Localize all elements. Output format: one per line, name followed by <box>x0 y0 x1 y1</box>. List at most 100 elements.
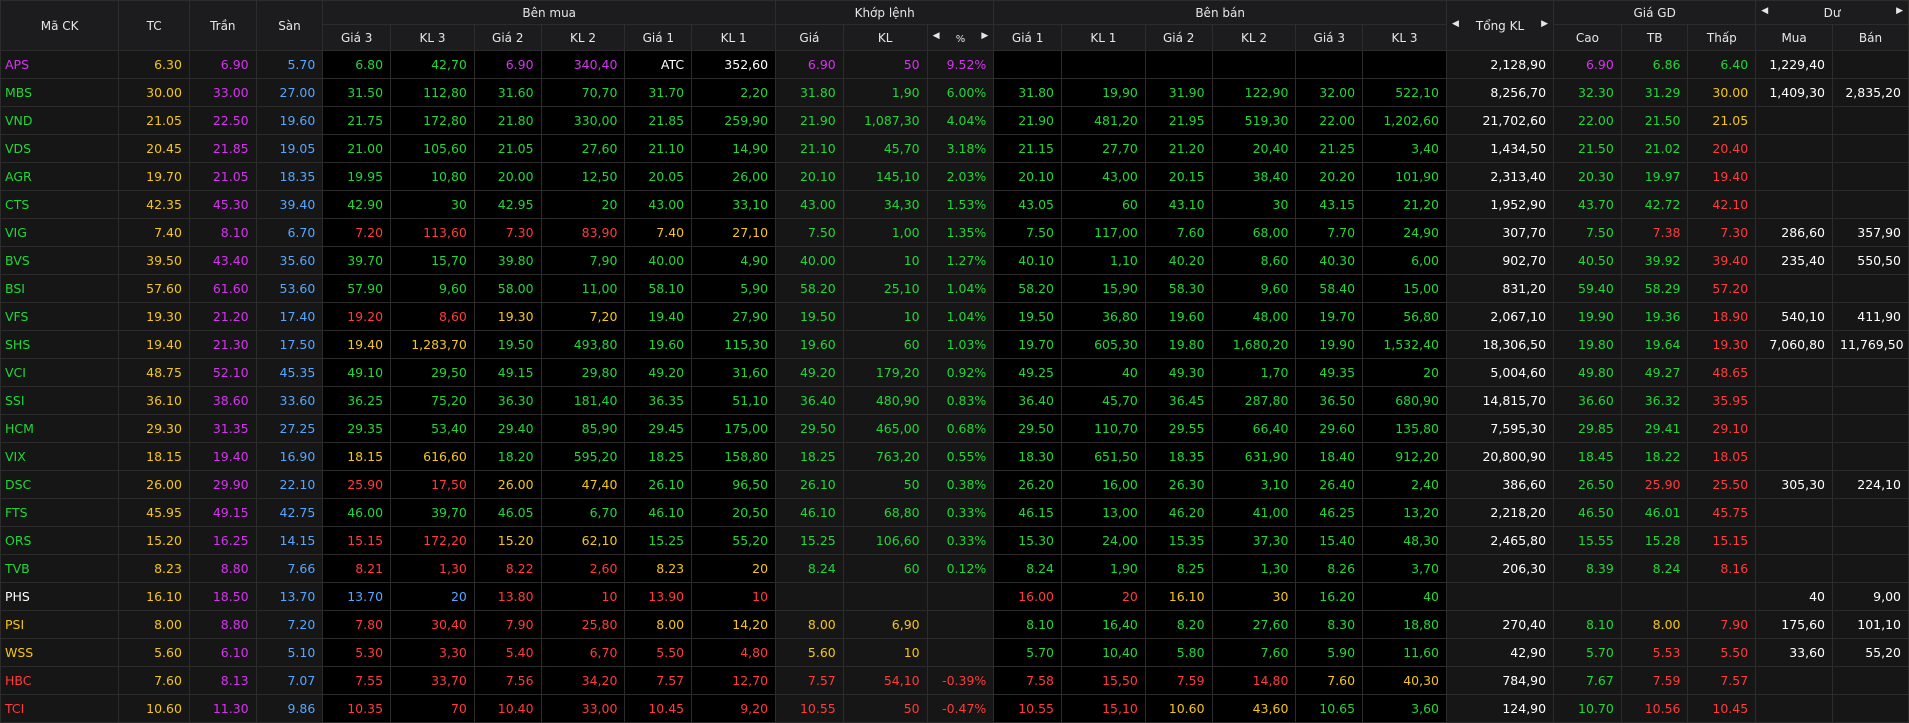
sell-vol-3[interactable] <box>1362 50 1447 79</box>
buy-vol-1[interactable]: 4,80 <box>691 638 777 667</box>
buy-vol-1[interactable]: 115,30 <box>691 330 777 359</box>
buy-price-1[interactable]: 43.00 <box>624 190 693 219</box>
sell-vol-2[interactable]: 20,40 <box>1211 134 1297 163</box>
buy-vol-1[interactable]: 33,10 <box>691 190 777 219</box>
col-header-match-gia[interactable]: Giá <box>775 24 844 51</box>
sell-vol-1[interactable]: 15,10 <box>1061 694 1146 723</box>
sell-vol-3[interactable]: 2,40 <box>1362 470 1447 499</box>
sell-price-2[interactable]: 21.95 <box>1144 106 1213 135</box>
sell-price-1[interactable]: 8.24 <box>993 554 1062 583</box>
table-row[interactable]: VCI 48.75 52.10 45.35 49.10 29,50 49.15 29,80 49… <box>0 358 1909 387</box>
sell-price-3[interactable]: 7.60 <box>1295 666 1364 695</box>
buy-vol-3[interactable]: 30,40 <box>390 610 475 639</box>
buy-price-2[interactable]: 46.05 <box>473 498 542 527</box>
stock-symbol[interactable]: BVS <box>0 246 120 275</box>
sell-vol-1[interactable]: 43,00 <box>1061 162 1146 191</box>
sell-price-3[interactable]: 43.15 <box>1295 190 1364 219</box>
buy-vol-2[interactable]: 493,80 <box>540 330 626 359</box>
sell-vol-1[interactable]: 24,00 <box>1061 526 1146 555</box>
buy-vol-1[interactable]: 175,00 <box>691 414 777 443</box>
sell-price-1[interactable]: 43.05 <box>993 190 1062 219</box>
sell-vol-1[interactable]: 117,00 <box>1061 218 1146 247</box>
stock-symbol[interactable]: TVB <box>0 554 120 583</box>
buy-price-1[interactable]: 58.10 <box>624 274 693 303</box>
sell-price-2[interactable]: 49.30 <box>1144 358 1213 387</box>
buy-vol-2[interactable]: 33,00 <box>540 694 626 723</box>
buy-vol-1[interactable]: 352,60 <box>691 50 777 79</box>
sell-vol-3[interactable]: 101,90 <box>1362 162 1447 191</box>
buy-price-3[interactable]: 5.30 <box>322 638 392 667</box>
col-header-buy-kl-1[interactable]: KL 1 <box>691 24 777 51</box>
sell-vol-2[interactable]: 7,60 <box>1211 638 1297 667</box>
sell-price-1[interactable]: 49.25 <box>993 358 1062 387</box>
sell-vol-1[interactable]: 1,90 <box>1061 554 1146 583</box>
sell-vol-2[interactable]: 1,70 <box>1211 358 1297 387</box>
stock-symbol[interactable]: FTS <box>0 498 120 527</box>
sell-vol-3[interactable]: 18,80 <box>1362 610 1447 639</box>
sell-vol-2[interactable]: 1,680,20 <box>1211 330 1297 359</box>
buy-price-3[interactable]: 19.95 <box>322 162 392 191</box>
table-row[interactable]: SHS 19.40 21.30 17.50 19.40 1,283,70 19.50 493,… <box>0 330 1909 359</box>
buy-vol-2[interactable]: 11,00 <box>540 274 626 303</box>
buy-vol-1[interactable]: 9,20 <box>691 694 777 723</box>
table-row[interactable]: ORS 15.20 16.25 14.15 15.15 172,20 15.20 62,10 1… <box>0 526 1909 555</box>
col-header-buy-gia-2[interactable]: Giá 2 <box>473 24 542 51</box>
stock-symbol[interactable]: SSI <box>0 386 120 415</box>
buy-vol-2[interactable]: 20 <box>540 190 626 219</box>
buy-price-3[interactable]: 10.35 <box>322 694 392 723</box>
buy-price-1[interactable]: 46.10 <box>624 498 693 527</box>
sell-vol-1[interactable] <box>1061 50 1146 79</box>
sell-vol-3[interactable]: 1,202,60 <box>1362 106 1447 135</box>
sell-vol-2[interactable]: 631,90 <box>1211 442 1297 471</box>
sell-vol-2[interactable]: 48,00 <box>1211 302 1297 331</box>
col-header-sell-kl-1[interactable]: KL 1 <box>1061 24 1146 51</box>
sell-price-2[interactable]: 20.15 <box>1144 162 1213 191</box>
col-header-gd-cao[interactable]: Cao <box>1553 24 1622 51</box>
sell-vol-1[interactable]: 36,80 <box>1061 302 1146 331</box>
sell-price-1[interactable]: 29.50 <box>993 414 1062 443</box>
buy-vol-1[interactable]: 12,70 <box>691 666 777 695</box>
sell-vol-1[interactable]: 13,00 <box>1061 498 1146 527</box>
sell-price-2[interactable]: 10.60 <box>1144 694 1213 723</box>
buy-price-2[interactable]: 7.90 <box>473 610 542 639</box>
sell-price-1[interactable]: 31.80 <box>993 78 1062 107</box>
sell-price-2[interactable]: 19.80 <box>1144 330 1213 359</box>
buy-price-1[interactable]: 26.10 <box>624 470 693 499</box>
stock-symbol[interactable]: PSI <box>0 610 120 639</box>
buy-price-1[interactable]: 20.05 <box>624 162 693 191</box>
prev-du-icon[interactable]: ◀ <box>1757 6 1768 16</box>
stock-symbol[interactable]: TCI <box>0 694 120 723</box>
sell-price-3[interactable]: 58.40 <box>1295 274 1364 303</box>
stock-symbol[interactable]: SHS <box>0 330 120 359</box>
buy-vol-3[interactable]: 9,60 <box>390 274 475 303</box>
buy-vol-1[interactable]: 259,90 <box>691 106 777 135</box>
table-row[interactable]: HBC 7.60 8.13 7.07 7.55 33,70 7.56 34,20 7.57 12,… <box>0 666 1909 695</box>
sell-vol-1[interactable]: 651,50 <box>1061 442 1146 471</box>
sell-vol-2[interactable]: 1,30 <box>1211 554 1297 583</box>
sell-vol-3[interactable]: 3,70 <box>1362 554 1447 583</box>
sell-vol-1[interactable]: 27,70 <box>1061 134 1146 163</box>
buy-price-3[interactable]: 36.25 <box>322 386 392 415</box>
sell-price-3[interactable]: 40.30 <box>1295 246 1364 275</box>
sell-vol-2[interactable]: 68,00 <box>1211 218 1297 247</box>
col-header-buy-gia-3[interactable]: Giá 3 <box>322 24 392 51</box>
sell-price-2[interactable]: 18.35 <box>1144 442 1213 471</box>
buy-price-1[interactable]: 19.40 <box>624 302 693 331</box>
sell-price-2[interactable]: 21.20 <box>1144 134 1213 163</box>
buy-price-2[interactable]: 19.30 <box>473 302 542 331</box>
sell-price-2[interactable]: 15.35 <box>1144 526 1213 555</box>
sell-price-3[interactable]: 32.00 <box>1295 78 1364 107</box>
buy-price-2[interactable]: 39.80 <box>473 246 542 275</box>
stock-symbol[interactable]: WSS <box>0 638 120 667</box>
table-row[interactable]: HCM 29.30 31.35 27.25 29.35 53,40 29.40 85,90 29… <box>0 414 1909 443</box>
sell-vol-3[interactable]: 135,80 <box>1362 414 1447 443</box>
table-row[interactable]: SSI 36.10 38.60 33.60 36.25 75,20 36.30 181,40 3… <box>0 386 1909 415</box>
buy-vol-1[interactable]: 51,10 <box>691 386 777 415</box>
buy-vol-2[interactable]: 181,40 <box>540 386 626 415</box>
sell-price-3[interactable]: 10.65 <box>1295 694 1364 723</box>
buy-vol-3[interactable]: 3,30 <box>390 638 475 667</box>
sell-price-1[interactable]: 16.00 <box>993 582 1062 611</box>
sell-vol-3[interactable]: 40 <box>1362 582 1447 611</box>
stock-symbol[interactable]: VIX <box>0 442 120 471</box>
col-header-match-kl[interactable]: KL <box>842 24 928 51</box>
